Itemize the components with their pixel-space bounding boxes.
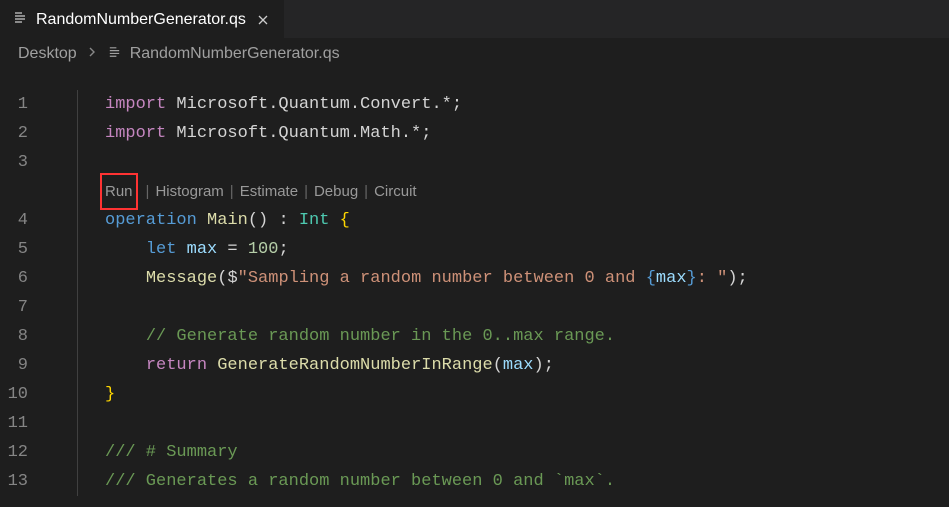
chevron-right-icon [85, 45, 99, 64]
line-number: 11 [0, 409, 28, 438]
line-number: 7 [0, 293, 28, 322]
codelens-histogram[interactable]: Histogram [155, 177, 223, 206]
line-number-gutter: 1 2 3 4 5 6 7 8 9 10 11 12 13 [0, 90, 50, 496]
codelens-circuit[interactable]: Circuit [374, 177, 417, 206]
code-line[interactable]: operation Main() : Int { [50, 206, 949, 235]
codelens-estimate[interactable]: Estimate [240, 177, 298, 206]
code-line[interactable]: } [50, 380, 949, 409]
code-line[interactable]: import Microsoft.Quantum.Math.*; [50, 119, 949, 148]
code-line[interactable] [50, 409, 949, 438]
code-line[interactable]: Message($"Sampling a random number betwe… [50, 264, 949, 293]
line-number: 12 [0, 438, 28, 467]
close-icon[interactable] [254, 11, 272, 29]
highlight-annotation: Run [100, 173, 138, 210]
code-line[interactable]: /// Generates a random number between 0 … [50, 467, 949, 496]
tab-active[interactable]: RandomNumberGenerator.qs [0, 0, 284, 38]
indent-guide [77, 90, 78, 496]
code-line[interactable] [50, 148, 949, 177]
breadcrumb-root[interactable]: Desktop [18, 45, 77, 63]
code-line[interactable]: let max = 100; [50, 235, 949, 264]
line-number: 10 [0, 380, 28, 409]
codelens: Run | Histogram | Estimate | Debug | Cir… [50, 177, 949, 206]
line-number: 3 [0, 148, 28, 177]
line-number: 4 [0, 206, 28, 235]
codelens-debug[interactable]: Debug [314, 177, 358, 206]
line-number: 8 [0, 322, 28, 351]
breadcrumb[interactable]: Desktop RandomNumberGenerator.qs [0, 38, 949, 70]
file-icon [107, 45, 122, 63]
line-number: 9 [0, 351, 28, 380]
code-line[interactable]: import Microsoft.Quantum.Convert.*; [50, 90, 949, 119]
code-line[interactable]: /// # Summary [50, 438, 949, 467]
line-number: 2 [0, 119, 28, 148]
line-number: 13 [0, 467, 28, 496]
line-number [0, 177, 28, 206]
line-number: 5 [0, 235, 28, 264]
editor[interactable]: 1 2 3 4 5 6 7 8 9 10 11 12 13 import Mic… [0, 70, 949, 496]
code-content[interactable]: import Microsoft.Quantum.Convert.*; impo… [50, 90, 949, 496]
code-line[interactable]: // Generate random number in the 0..max … [50, 322, 949, 351]
codelens-run[interactable]: Run [105, 183, 133, 200]
line-number: 6 [0, 264, 28, 293]
file-icon [12, 10, 28, 29]
code-line[interactable]: return GenerateRandomNumberInRange(max); [50, 351, 949, 380]
breadcrumb-file[interactable]: RandomNumberGenerator.qs [130, 45, 340, 63]
tab-filename: RandomNumberGenerator.qs [36, 11, 246, 29]
tab-bar: RandomNumberGenerator.qs [0, 0, 949, 38]
code-line[interactable] [50, 293, 949, 322]
line-number: 1 [0, 90, 28, 119]
